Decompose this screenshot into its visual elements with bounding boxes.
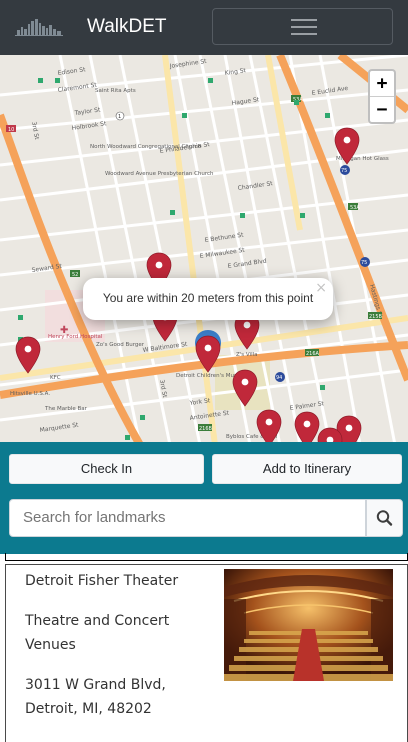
brand-title[interactable]: WalkDET — [87, 16, 167, 38]
svg-text:52: 52 — [72, 272, 78, 278]
svg-text:Claremont St: Claremont St — [57, 81, 98, 93]
hamburger-icon — [291, 19, 317, 21]
landmark-photo — [224, 569, 393, 681]
landmark-card[interactable]: Detroit Fisher Theater Theatre and Conce… — [5, 564, 408, 742]
map-canvas[interactable]: Edison St Claremont St Taylor St Holbroo… — [0, 55, 408, 445]
svg-text:Saint Rita Apts: Saint Rita Apts — [95, 88, 136, 94]
svg-text:Hitsville U.S.A.: Hitsville U.S.A. — [10, 391, 50, 397]
svg-text:Chandler St: Chandler St — [237, 180, 273, 192]
svg-text:E Grand Blvd: E Grand Blvd — [227, 258, 267, 270]
svg-text:75: 75 — [361, 260, 367, 266]
svg-text:3rd St: 3rd St — [30, 121, 40, 141]
location-popup: You are within 20 meters from this point… — [83, 278, 333, 320]
menu-toggle-button[interactable] — [212, 8, 393, 45]
landmark-name: Detroit Fisher Theater — [25, 573, 179, 589]
svg-text:94: 94 — [276, 375, 282, 381]
search-input[interactable]: Search for landmarks — [9, 499, 366, 537]
add-to-itinerary-button[interactable]: Add to Itinerary — [212, 454, 402, 484]
svg-text:75: 75 — [341, 168, 347, 174]
map-marker-icon[interactable] — [15, 336, 41, 374]
zoom-control: + − — [368, 69, 396, 124]
svg-text:Zo's Good Burger: Zo's Good Burger — [96, 342, 145, 348]
svg-text:53A: 53A — [350, 205, 360, 211]
svg-text:E Palmer St: E Palmer St — [289, 400, 325, 412]
check-in-button[interactable]: Check In — [9, 454, 204, 484]
zoom-out-button[interactable]: − — [370, 97, 394, 122]
zoom-in-button[interactable]: + — [370, 71, 394, 97]
list-divider — [5, 553, 408, 561]
svg-text:Z's Villa: Z's Villa — [236, 352, 258, 358]
popup-message: You are within 20 meters from this point — [102, 291, 314, 305]
landmark-category: Theatre and Concert Venues — [25, 613, 170, 653]
search-button[interactable] — [366, 499, 403, 537]
svg-text:KFC: KFC — [50, 375, 61, 381]
close-icon[interactable]: × — [315, 280, 327, 296]
svg-text:216A: 216A — [306, 351, 320, 357]
svg-text:1: 1 — [118, 114, 121, 120]
svg-text:215B: 215B — [369, 314, 383, 320]
magnifier-icon — [376, 510, 393, 526]
map[interactable]: Edison St Claremont St Taylor St Holbroo… — [0, 55, 408, 445]
svg-text:Taylor St: Taylor St — [73, 106, 101, 117]
landmark-address: 3011 W Grand Blvd, Detroit, MI, 48202 — [25, 677, 166, 717]
hospital-icon: ✚ — [60, 325, 68, 336]
svg-text:Marquette St: Marquette St — [39, 422, 79, 434]
control-panel: Check In Add to Itinerary Search for lan… — [0, 442, 408, 554]
svg-text:10: 10 — [8, 127, 14, 133]
svg-text:The Marble Bar: The Marble Bar — [44, 406, 88, 412]
skyline-logo-icon[interactable] — [15, 18, 63, 36]
svg-text:North Woodward Congregational: North Woodward Congregational Church — [90, 144, 201, 150]
navbar: WalkDET — [0, 0, 408, 55]
svg-text:Woodward Avenue Presbyterian C: Woodward Avenue Presbyterian Church — [105, 171, 214, 177]
svg-text:E Milwaukee St: E Milwaukee St — [199, 247, 245, 260]
highways — [0, 55, 408, 445]
svg-text:Henry Ford Hospital: Henry Ford Hospital — [48, 334, 103, 340]
svg-text:216B: 216B — [199, 426, 213, 432]
